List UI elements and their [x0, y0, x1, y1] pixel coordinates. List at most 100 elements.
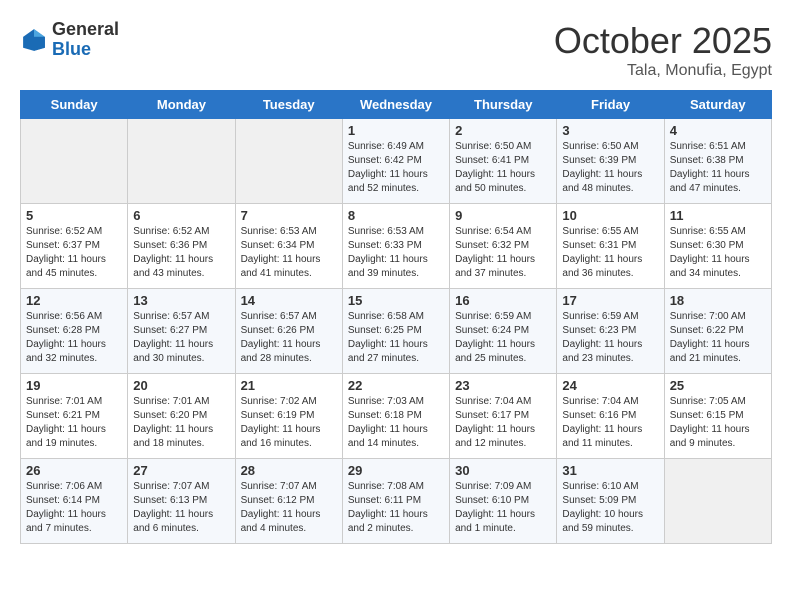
calendar-day-cell: 31 Sunrise: 6:10 AM Sunset: 5:09 PM Dayli… [557, 459, 664, 544]
calendar-day-cell: 5 Sunrise: 6:52 AM Sunset: 6:37 PM Daylig… [21, 204, 128, 289]
calendar-day-cell: 27 Sunrise: 7:07 AM Sunset: 6:13 PM Dayli… [128, 459, 235, 544]
day-number: 19 [26, 378, 122, 393]
calendar-day-cell: 8 Sunrise: 6:53 AM Sunset: 6:33 PM Daylig… [342, 204, 449, 289]
day-number: 31 [562, 463, 658, 478]
day-number: 6 [133, 208, 229, 223]
calendar-day-cell: 10 Sunrise: 6:55 AM Sunset: 6:31 PM Dayli… [557, 204, 664, 289]
day-number: 2 [455, 123, 551, 138]
day-info: Sunrise: 6:56 AM Sunset: 6:28 PM Dayligh… [26, 310, 122, 366]
calendar-week-row: 26 Sunrise: 7:06 AM Sunset: 6:14 PM Dayli… [21, 459, 772, 544]
calendar-week-row: 5 Sunrise: 6:52 AM Sunset: 6:37 PM Daylig… [21, 204, 772, 289]
day-info: Sunrise: 7:08 AM Sunset: 6:11 PM Dayligh… [348, 480, 444, 536]
calendar-day-cell: 4 Sunrise: 6:51 AM Sunset: 6:38 PM Daylig… [664, 119, 771, 204]
day-number: 14 [241, 293, 337, 308]
calendar-day-cell: 17 Sunrise: 6:59 AM Sunset: 6:23 PM Dayli… [557, 289, 664, 374]
day-number: 5 [26, 208, 122, 223]
day-info: Sunrise: 7:05 AM Sunset: 6:15 PM Dayligh… [670, 395, 766, 451]
day-of-week-header: Friday [557, 91, 664, 119]
calendar-day-cell: 6 Sunrise: 6:52 AM Sunset: 6:36 PM Daylig… [128, 204, 235, 289]
day-info: Sunrise: 7:04 AM Sunset: 6:17 PM Dayligh… [455, 395, 551, 451]
day-number: 27 [133, 463, 229, 478]
calendar-day-cell: 9 Sunrise: 6:54 AM Sunset: 6:32 PM Daylig… [450, 204, 557, 289]
day-number: 9 [455, 208, 551, 223]
calendar-day-cell [21, 119, 128, 204]
calendar-day-cell [128, 119, 235, 204]
calendar-day-cell: 28Sunrise: 7:07 AM Sunset: 6:12 PM Dayli… [235, 459, 342, 544]
day-info: Sunrise: 7:06 AM Sunset: 6:14 PM Dayligh… [26, 480, 122, 536]
day-number: 29 [348, 463, 444, 478]
day-number: 4 [670, 123, 766, 138]
day-number: 20 [133, 378, 229, 393]
month-title: October 2025 [554, 20, 772, 62]
day-number: 16 [455, 293, 551, 308]
calendar-day-cell: 25Sunrise: 7:05 AM Sunset: 6:15 PM Dayli… [664, 374, 771, 459]
calendar-day-cell: 11 Sunrise: 6:55 AM Sunset: 6:30 PM Dayli… [664, 204, 771, 289]
calendar-day-cell: 12 Sunrise: 6:56 AM Sunset: 6:28 PM Dayli… [21, 289, 128, 374]
day-number: 7 [241, 208, 337, 223]
day-info: Sunrise: 6:52 AM Sunset: 6:36 PM Dayligh… [133, 225, 229, 281]
day-number: 15 [348, 293, 444, 308]
logo-icon [20, 26, 48, 54]
day-number: 13 [133, 293, 229, 308]
calendar-week-row: 1Sunrise: 6:49 AM Sunset: 6:42 PM Daylig… [21, 119, 772, 204]
calendar-day-cell: 21 Sunrise: 7:02 AM Sunset: 6:19 PM Dayli… [235, 374, 342, 459]
calendar-day-cell: 16 Sunrise: 6:59 AM Sunset: 6:24 PM Dayli… [450, 289, 557, 374]
day-info: Sunrise: 6:58 AM Sunset: 6:25 PM Dayligh… [348, 310, 444, 366]
day-number: 11 [670, 208, 766, 223]
day-info: Sunrise: 6:55 AM Sunset: 6:30 PM Dayligh… [670, 225, 766, 281]
day-info: Sunrise: 7:07 AM Sunset: 6:13 PM Dayligh… [133, 480, 229, 536]
day-number: 28 [241, 463, 337, 478]
day-of-week-header: Wednesday [342, 91, 449, 119]
calendar-day-cell: 24Sunrise: 7:04 AM Sunset: 6:16 PM Dayli… [557, 374, 664, 459]
calendar-week-row: 19 Sunrise: 7:01 AM Sunset: 6:21 PM Dayli… [21, 374, 772, 459]
day-info: Sunrise: 6:50 AM Sunset: 6:41 PM Dayligh… [455, 140, 551, 196]
day-info: Sunrise: 7:00 AM Sunset: 6:22 PM Dayligh… [670, 310, 766, 366]
day-number: 8 [348, 208, 444, 223]
day-number: 26 [26, 463, 122, 478]
day-info: Sunrise: 6:57 AM Sunset: 6:27 PM Dayligh… [133, 310, 229, 366]
calendar-day-cell: 3 Sunrise: 6:50 AM Sunset: 6:39 PM Daylig… [557, 119, 664, 204]
calendar-day-cell: 14Sunrise: 6:57 AM Sunset: 6:26 PM Dayli… [235, 289, 342, 374]
day-number: 17 [562, 293, 658, 308]
calendar-day-cell: 7Sunrise: 6:53 AM Sunset: 6:34 PM Daylig… [235, 204, 342, 289]
calendar-header-row: SundayMondayTuesdayWednesdayThursdayFrid… [21, 91, 772, 119]
day-number: 12 [26, 293, 122, 308]
calendar-day-cell: 2 Sunrise: 6:50 AM Sunset: 6:41 PM Daylig… [450, 119, 557, 204]
day-number: 21 [241, 378, 337, 393]
day-info: Sunrise: 6:10 AM Sunset: 5:09 PM Dayligh… [562, 480, 658, 536]
title-block: October 2025 Tala, Monufia, Egypt [554, 20, 772, 80]
day-of-week-header: Saturday [664, 91, 771, 119]
calendar-week-row: 12 Sunrise: 6:56 AM Sunset: 6:28 PM Dayli… [21, 289, 772, 374]
calendar-day-cell: 18 Sunrise: 7:00 AM Sunset: 6:22 PM Dayli… [664, 289, 771, 374]
day-info: Sunrise: 7:01 AM Sunset: 6:21 PM Dayligh… [26, 395, 122, 451]
location-title: Tala, Monufia, Egypt [554, 62, 772, 80]
calendar-day-cell: 23Sunrise: 7:04 AM Sunset: 6:17 PM Dayli… [450, 374, 557, 459]
day-info: Sunrise: 7:02 AM Sunset: 6:19 PM Dayligh… [241, 395, 337, 451]
day-info: Sunrise: 6:53 AM Sunset: 6:33 PM Dayligh… [348, 225, 444, 281]
day-of-week-header: Thursday [450, 91, 557, 119]
calendar-day-cell: 26 Sunrise: 7:06 AM Sunset: 6:14 PM Dayli… [21, 459, 128, 544]
day-info: Sunrise: 6:52 AM Sunset: 6:37 PM Dayligh… [26, 225, 122, 281]
logo-text: General Blue [52, 20, 119, 60]
calendar-day-cell: 19 Sunrise: 7:01 AM Sunset: 6:21 PM Dayli… [21, 374, 128, 459]
calendar-table: SundayMondayTuesdayWednesdayThursdayFrid… [20, 90, 772, 544]
day-info: Sunrise: 6:59 AM Sunset: 6:23 PM Dayligh… [562, 310, 658, 366]
day-info: Sunrise: 6:50 AM Sunset: 6:39 PM Dayligh… [562, 140, 658, 196]
calendar-body: 1Sunrise: 6:49 AM Sunset: 6:42 PM Daylig… [21, 119, 772, 544]
day-number: 3 [562, 123, 658, 138]
day-number: 30 [455, 463, 551, 478]
day-info: Sunrise: 6:54 AM Sunset: 6:32 PM Dayligh… [455, 225, 551, 281]
day-of-week-header: Monday [128, 91, 235, 119]
day-info: Sunrise: 6:59 AM Sunset: 6:24 PM Dayligh… [455, 310, 551, 366]
calendar-day-cell [235, 119, 342, 204]
day-number: 10 [562, 208, 658, 223]
calendar-day-cell: 30Sunrise: 7:09 AM Sunset: 6:10 PM Dayli… [450, 459, 557, 544]
day-info: Sunrise: 7:03 AM Sunset: 6:18 PM Dayligh… [348, 395, 444, 451]
day-info: Sunrise: 7:01 AM Sunset: 6:20 PM Dayligh… [133, 395, 229, 451]
page-header: General Blue October 2025 Tala, Monufia,… [20, 20, 772, 80]
calendar-day-cell: 29 Sunrise: 7:08 AM Sunset: 6:11 PM Dayli… [342, 459, 449, 544]
day-info: Sunrise: 6:55 AM Sunset: 6:31 PM Dayligh… [562, 225, 658, 281]
calendar-day-cell [664, 459, 771, 544]
day-number: 18 [670, 293, 766, 308]
day-info: Sunrise: 6:51 AM Sunset: 6:38 PM Dayligh… [670, 140, 766, 196]
